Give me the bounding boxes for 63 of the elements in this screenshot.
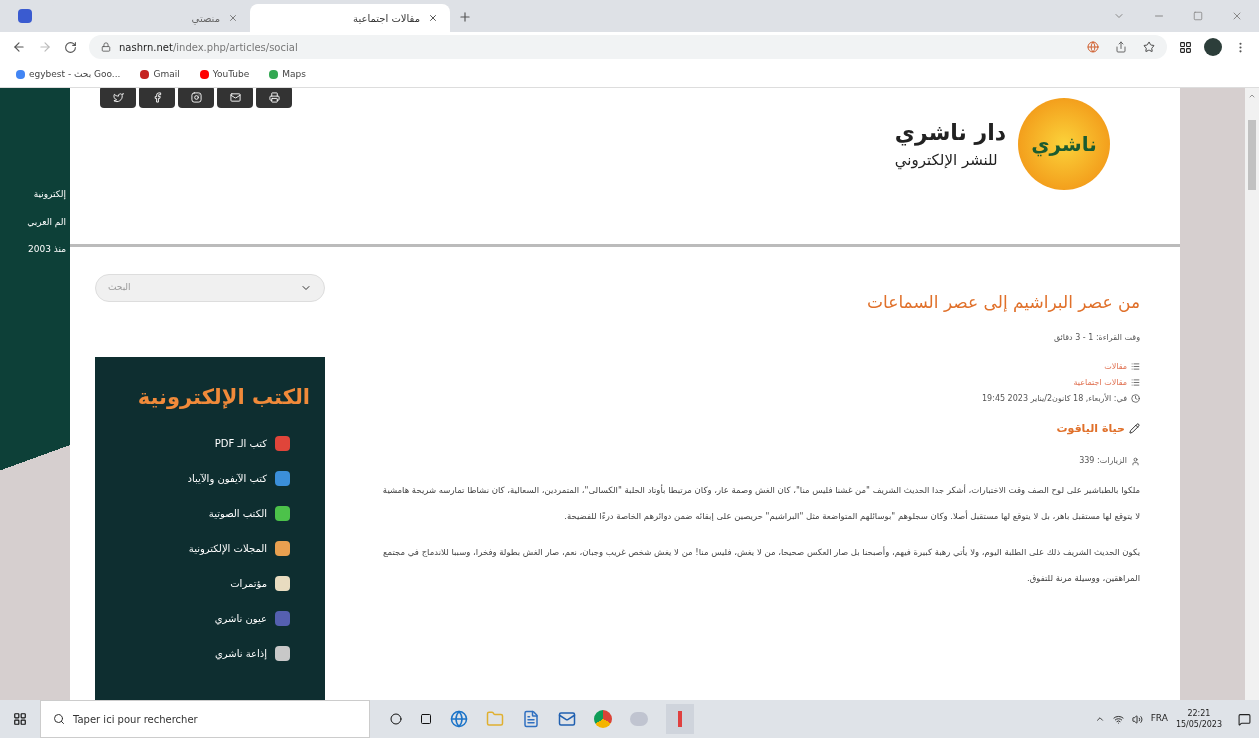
pencil-icon [1129, 423, 1140, 435]
list-icon [1131, 362, 1140, 371]
new-tab-icon[interactable] [458, 10, 472, 24]
close-icon[interactable] [428, 13, 438, 23]
clock[interactable]: 22:21 15/05/2023 [1175, 708, 1222, 730]
list-icon [1131, 378, 1140, 387]
profile-avatar[interactable] [1204, 38, 1222, 56]
banner-text: منذ 2003 [27, 243, 66, 256]
social-button[interactable] [178, 88, 214, 108]
banner-text: إلكترونية [33, 188, 66, 202]
language-indicator[interactable]: FRA [1150, 712, 1168, 726]
scroll-up-icon[interactable] [1248, 92, 1256, 100]
banner-text: الم العربي [27, 215, 66, 229]
address-bar[interactable]: nashrn.net/index.php/articles/social [89, 35, 1167, 59]
social-icon [112, 91, 124, 103]
reading-time: وقت القراءة: 1 - 3 دقائق [1053, 331, 1140, 344]
bookmark-link[interactable]: YouTube [199, 67, 250, 82]
bookmark-link[interactable]: Maps [269, 67, 306, 82]
logo-name: دار ناشري [894, 118, 1006, 148]
taskbar-search[interactable]: Taper ici pour rechercher [40, 700, 370, 738]
windows-icon [13, 712, 27, 726]
url-text: nashrn.net/index.php/articles/social [119, 40, 298, 55]
ebook-link[interactable]: عيون ناشري [214, 610, 267, 626]
back-icon[interactable] [12, 40, 26, 54]
social-icon [229, 91, 241, 103]
logo-tagline: للنشر الإلكتروني [894, 149, 998, 172]
notifications-icon[interactable] [1238, 712, 1251, 726]
scrollbar-thumb[interactable] [1248, 120, 1256, 190]
network-icon[interactable] [1112, 713, 1124, 725]
ebook-link[interactable]: الكتب الصوتية [208, 505, 267, 521]
panel-title: الكتب الإلكترونية [137, 384, 310, 411]
article-paragraph: ملكوا بالطباشير على لوح الصف وقت الاختبارات، أشكر جدا الحديث الشريف "من غشنا فليس منا"، كان الغش وصمة عار، وكان مرتبطا بأوتاد الحلبة "الكسالى"، المتمردين، السعالية، كان نشاطا تمارسه شريحة هامشية لا يتوقع لها مستقبل باهر، بل لا يتوقع لها مستقبل أصلا. وكان سجلوهم "بوسائلهم المتواضعة مثل "البراشيم" حريصين على إبقائه ضمن دوائرهم الخاصة درءًا للفضيحة. [381, 483, 1140, 523]
tray-expand-icon[interactable] [1094, 714, 1105, 724]
social-button[interactable] [217, 88, 253, 108]
publish-date: في: الأربعاء, 18 كانون2/يناير 2023 19:45 [982, 392, 1127, 405]
share-icon[interactable] [1115, 41, 1127, 53]
bookmark-star-icon[interactable] [1143, 41, 1155, 53]
ebook-link[interactable]: كتب الآيفون والآيباد [187, 470, 267, 486]
article-paragraph: يكون الحديث الشريف ذلك على الطلبة اليوم، ولا يأتي رهبة كبيرة فيهم، وأصبحنا بل صار العكس صحيحا، من لا يغش، فليس منا! من لا يغش شخص غريب وجبان، نعم، صار الغش بطولة وفخرا، وسببا للاندماج في مجتمع المراهقين، ووسيلة مرنة للتفوق. [382, 545, 1140, 585]
reload-icon[interactable] [64, 40, 77, 54]
ebook-link[interactable]: إذاعة ناشري [214, 645, 267, 661]
social-button[interactable] [256, 88, 292, 108]
social-button[interactable] [100, 88, 136, 108]
social-button[interactable] [139, 88, 175, 108]
app-icon[interactable] [666, 704, 694, 734]
search-icon [53, 713, 65, 725]
browser-tab[interactable]: مقالات اجتماعية [250, 4, 450, 32]
clock-icon [1131, 394, 1140, 403]
scrollbar[interactable] [1245, 88, 1259, 700]
ebook-link[interactable]: كتب الـ PDF [214, 435, 267, 451]
user-icon [1131, 456, 1140, 466]
close-icon[interactable] [228, 13, 238, 23]
ebook-link[interactable]: المجلات الإلكترونية [188, 540, 267, 556]
ebook-link[interactable]: مؤتمرات [230, 575, 267, 591]
bookmark-link[interactable]: egybest - بحث Goo... [16, 67, 121, 82]
view-count: الزيارات: 339 [1079, 455, 1127, 467]
lock-icon [101, 42, 111, 52]
logo-mark: ناشري [1018, 97, 1110, 190]
social-icon [268, 91, 280, 103]
volume-icon[interactable] [1131, 713, 1143, 725]
social-icon [190, 91, 202, 103]
bookmark-link[interactable]: Gmail [140, 67, 180, 82]
mail-icon[interactable] [558, 710, 576, 728]
